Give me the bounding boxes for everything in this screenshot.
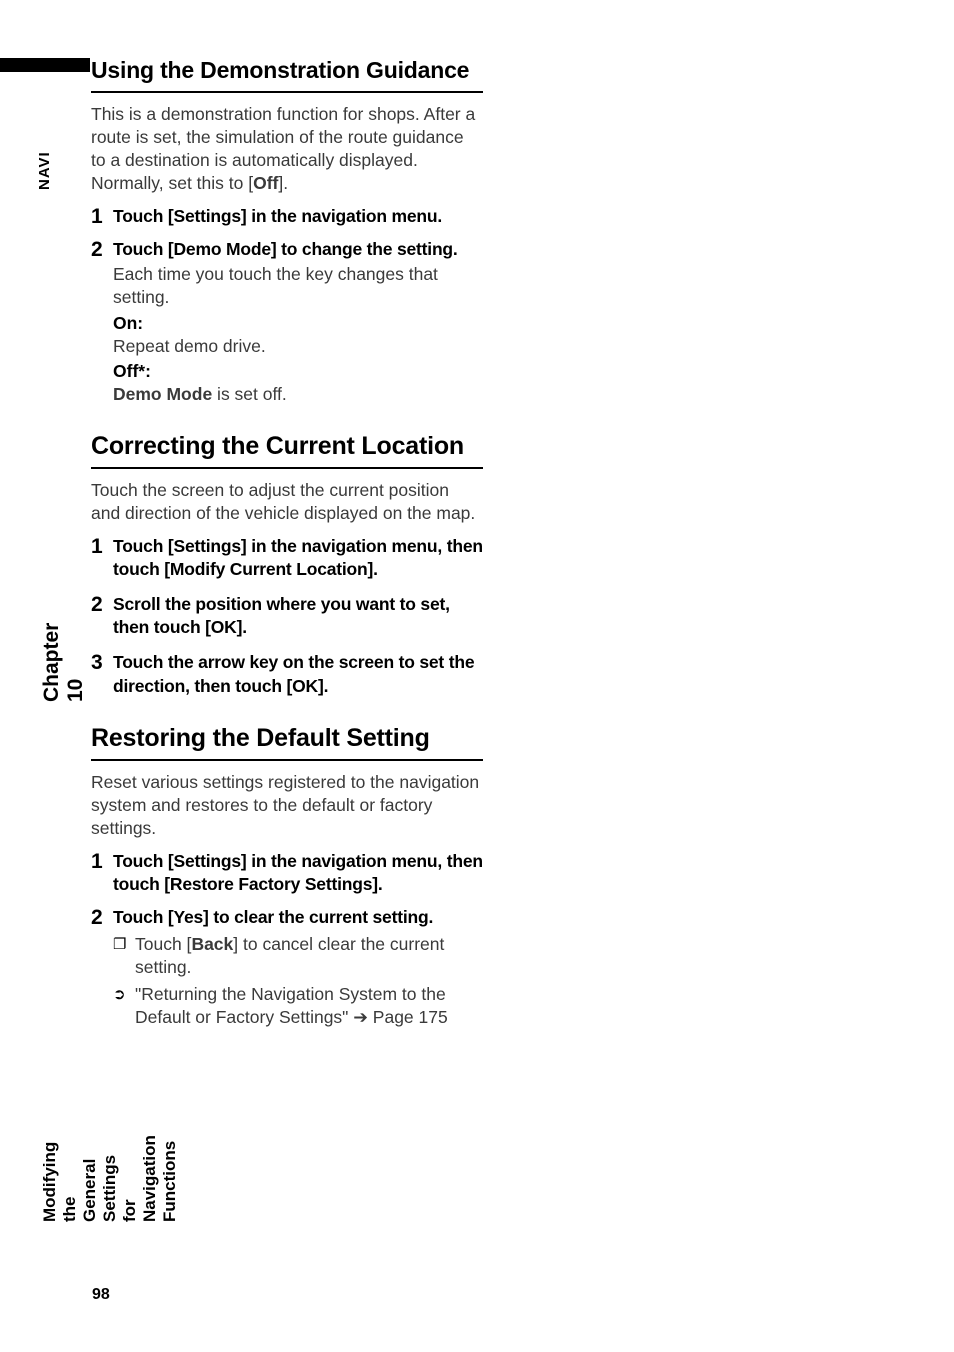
note-crossref: ➲ "Returning the Navigation System to th… [113,983,483,1029]
section3-title: Restoring the Default Setting [91,724,483,753]
section2-rule [91,467,483,469]
note-text: "Returning the Navigation System to the … [135,983,483,1029]
note-text: Touch [Back] to cancel clear the current… [135,933,483,979]
note1-a: Touch [ [135,934,191,954]
step-head: Scroll the position where you want to se… [113,593,483,639]
step-number: 1 [91,205,113,228]
side-chapter-label: Chapter 10 [40,623,88,702]
crossref-icon: ➲ [113,983,135,1005]
section2-title: Correcting the Current Location [91,432,483,461]
demo-mode-rest: is set off. [212,384,287,404]
step-body: Scroll the position where you want to se… [113,593,483,639]
section2-step1: 1 Touch [Settings] in the navigation men… [91,535,483,581]
step-head: Touch [Demo Mode] to change the setting. [113,238,483,261]
box-icon: ❐ [113,933,135,955]
setting-values: On: Repeat demo drive. Off*: Demo Mode i… [113,312,483,406]
step-body: Touch [Settings] in the navigation menu,… [113,535,483,581]
step-number: 2 [91,238,113,261]
side-navi-label: NAVI [36,151,53,190]
step-head: Touch [Settings] in the navigation menu. [113,205,483,228]
section2-intro: Touch the screen to adjust the current p… [91,479,483,525]
side-rail: NAVI Chapter 10 Modifying the General Se… [36,62,66,1302]
section2-step3: 3 Touch the arrow key on the screen to s… [91,651,483,697]
section3-intro: Reset various settings registered to the… [91,771,483,840]
step-number: 2 [91,593,113,616]
main-content: Using the Demonstration Guidance This is… [91,56,483,1030]
section1-title: Using the Demonstration Guidance [91,56,483,85]
step-body: Touch [Yes] to clear the current setting… [113,906,483,929]
section3-step2: 2 Touch [Yes] to clear the current setti… [91,906,483,929]
page-number: 98 [92,1286,110,1304]
step-body: Touch [Settings] in the navigation menu. [113,205,483,228]
step-number: 2 [91,906,113,929]
note-box-back: ❐ Touch [Back] to cancel clear the curre… [113,933,483,979]
arrow-icon: ➔ [353,1007,368,1027]
demo-mode-bold: Demo Mode [113,384,212,404]
step-number: 3 [91,651,113,674]
step-head: Touch [Settings] in the navigation menu,… [113,850,483,896]
value-on-desc: Repeat demo drive. [113,335,483,358]
note2-b: Page 175 [368,1007,448,1027]
section3-step1: 1 Touch [Settings] in the navigation men… [91,850,483,896]
value-off-desc: Demo Mode is set off. [113,383,483,406]
section2-step2: 2 Scroll the position where you want to … [91,593,483,639]
step-head: Touch [Yes] to clear the current setting… [113,906,483,929]
step-number: 1 [91,850,113,873]
step-head: Touch the arrow key on the screen to set… [113,651,483,697]
section1-step2: 2 Touch [Demo Mode] to change the settin… [91,238,483,406]
side-section-title: Modifying the General Settings for Navig… [40,1135,180,1222]
section1-intro-off: Off [253,173,278,193]
step-body: Touch [Settings] in the navigation menu,… [113,850,483,896]
step-head: Touch [Settings] in the navigation menu,… [113,535,483,581]
step-body: Touch the arrow key on the screen to set… [113,651,483,697]
step-number: 1 [91,535,113,558]
section1-step1: 1 Touch [Settings] in the navigation men… [91,205,483,228]
value-on-label: On: [113,312,483,335]
section1-intro-b: ]. [278,173,288,193]
value-off-label: Off*: [113,360,483,383]
section1-intro: This is a demonstration function for sho… [91,103,483,195]
note1-back-bold: Back [191,934,233,954]
step-subtext: Each time you touch the key changes that… [113,263,483,309]
step-body: Touch [Demo Mode] to change the setting.… [113,238,483,406]
section1-rule [91,91,483,93]
section3-rule [91,759,483,761]
